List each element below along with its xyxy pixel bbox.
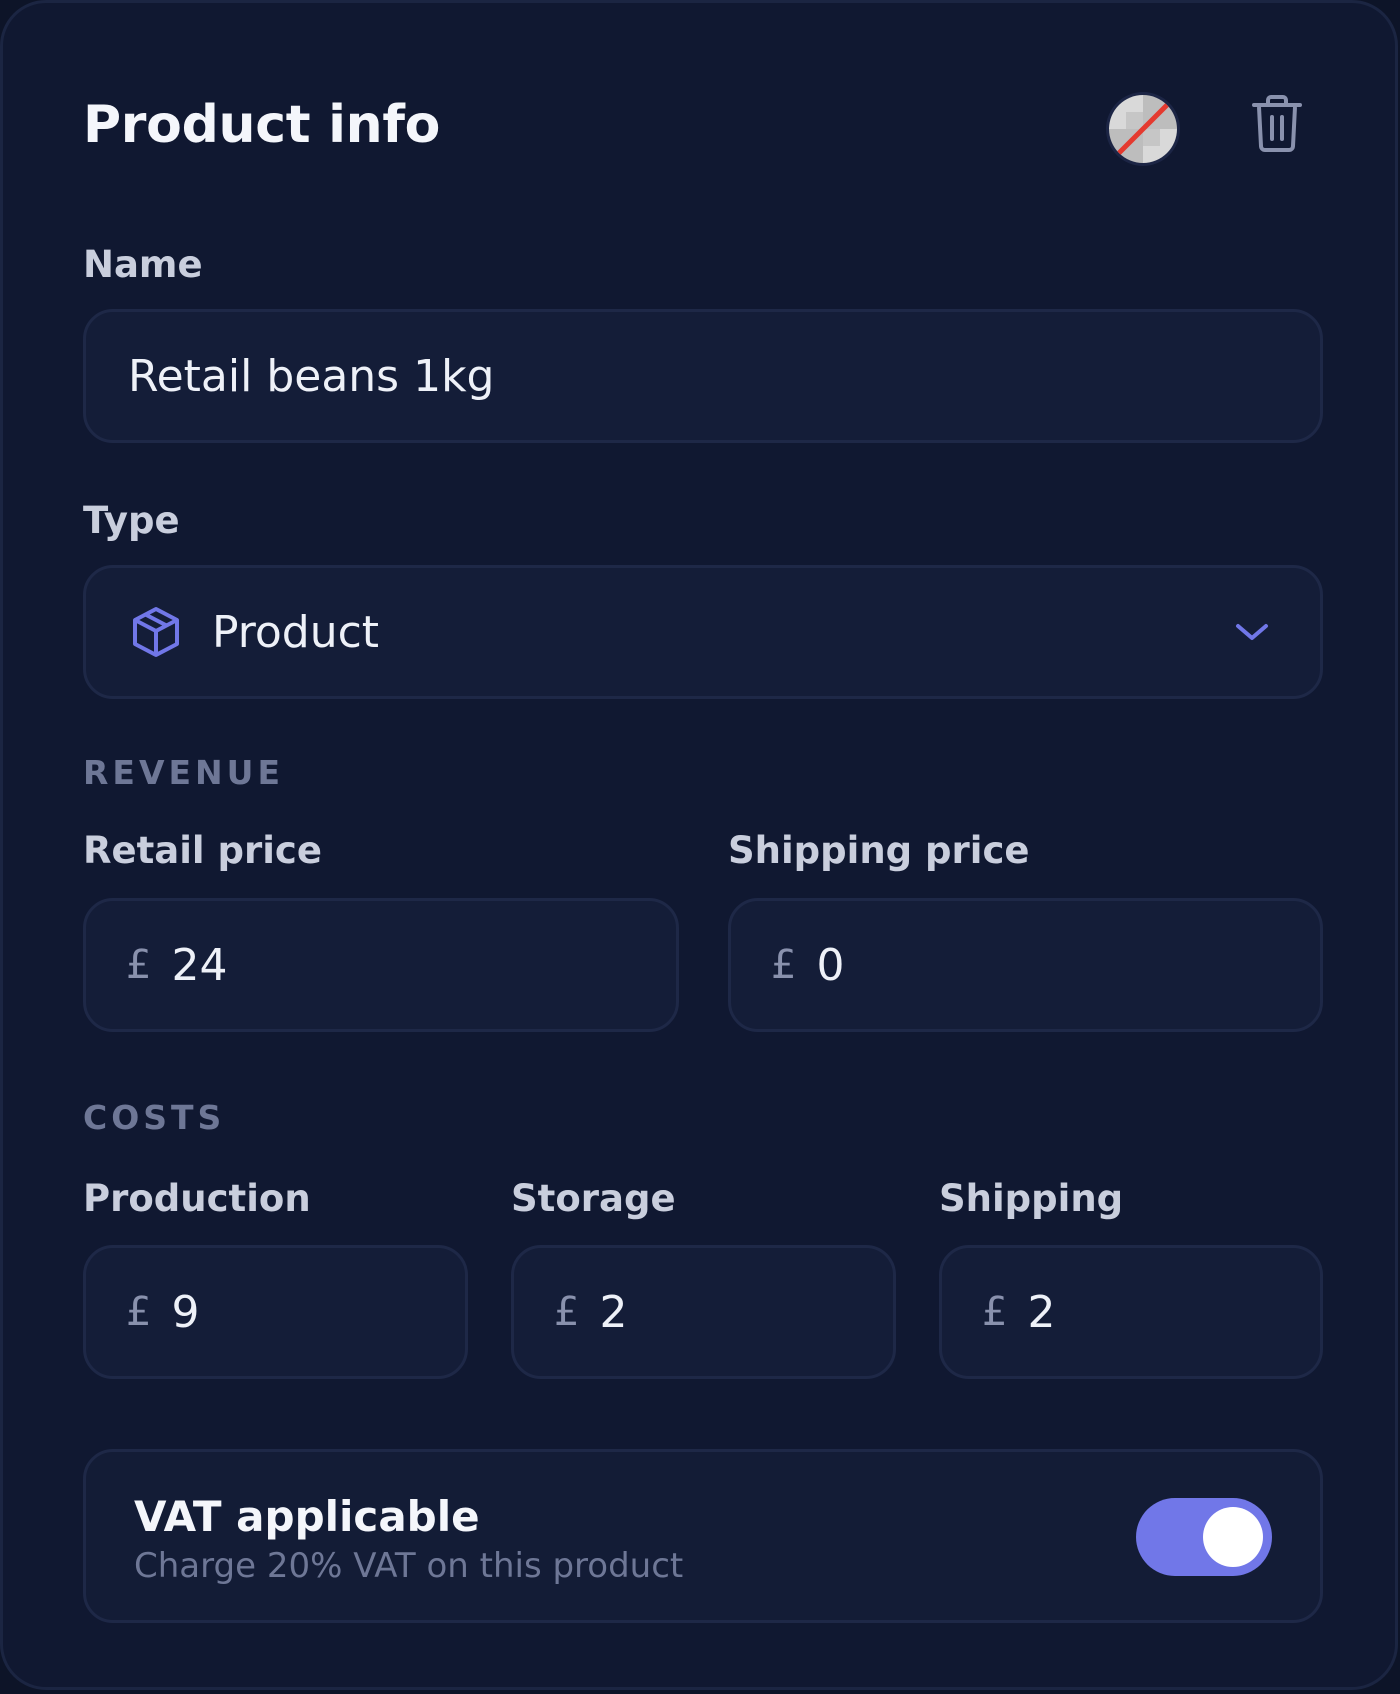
currency-symbol: £ [126,942,152,988]
name-input[interactable]: Retail beans 1kg [83,309,1323,443]
shipping-price-label: Shipping price [728,829,1030,872]
type-label: Type [83,499,180,542]
shipping-label: Shipping [939,1177,1124,1220]
currency-symbol: £ [126,1289,152,1335]
retail-price-label: Retail price [83,829,322,872]
toggle-knob [1203,1507,1263,1567]
costs-section-label: COSTS [83,1098,226,1137]
currency-symbol: £ [982,1289,1008,1335]
package-icon [133,607,179,657]
name-value: Retail beans 1kg [128,350,495,402]
product-info-panel: Product info Name Retail beans 1kg Type [0,0,1398,1690]
type-select[interactable]: Product [83,565,1323,699]
vat-description: Charge 20% VAT on this product [134,1546,684,1586]
color-picker-button[interactable] [1109,95,1177,163]
panel-title: Product info [83,95,441,155]
vat-row: VAT applicable Charge 20% VAT on this pr… [83,1449,1323,1623]
currency-symbol: £ [554,1289,580,1335]
production-cost-input[interactable]: £ 9 [83,1245,468,1379]
no-color-icon [1109,95,1177,163]
type-selected-value: Product [212,606,380,658]
shipping-price-value: 0 [816,939,845,991]
revenue-section-label: REVENUE [83,753,284,792]
shipping-cost-input[interactable]: £ 2 [939,1245,1323,1379]
trash-icon[interactable] [1251,95,1303,153]
chevron-down-icon [1236,624,1268,640]
shipping-cost-value: 2 [1027,1286,1056,1338]
shipping-price-input[interactable]: £ 0 [728,898,1323,1032]
storage-label: Storage [511,1177,676,1220]
vat-title: VAT applicable [134,1492,480,1541]
storage-cost-value: 2 [599,1286,628,1338]
vat-toggle[interactable] [1136,1498,1272,1576]
storage-cost-input[interactable]: £ 2 [511,1245,896,1379]
retail-price-value: 24 [171,939,228,991]
production-label: Production [83,1177,311,1220]
name-label: Name [83,243,203,286]
currency-symbol: £ [771,942,797,988]
production-cost-value: 9 [171,1286,200,1338]
retail-price-input[interactable]: £ 24 [83,898,679,1032]
